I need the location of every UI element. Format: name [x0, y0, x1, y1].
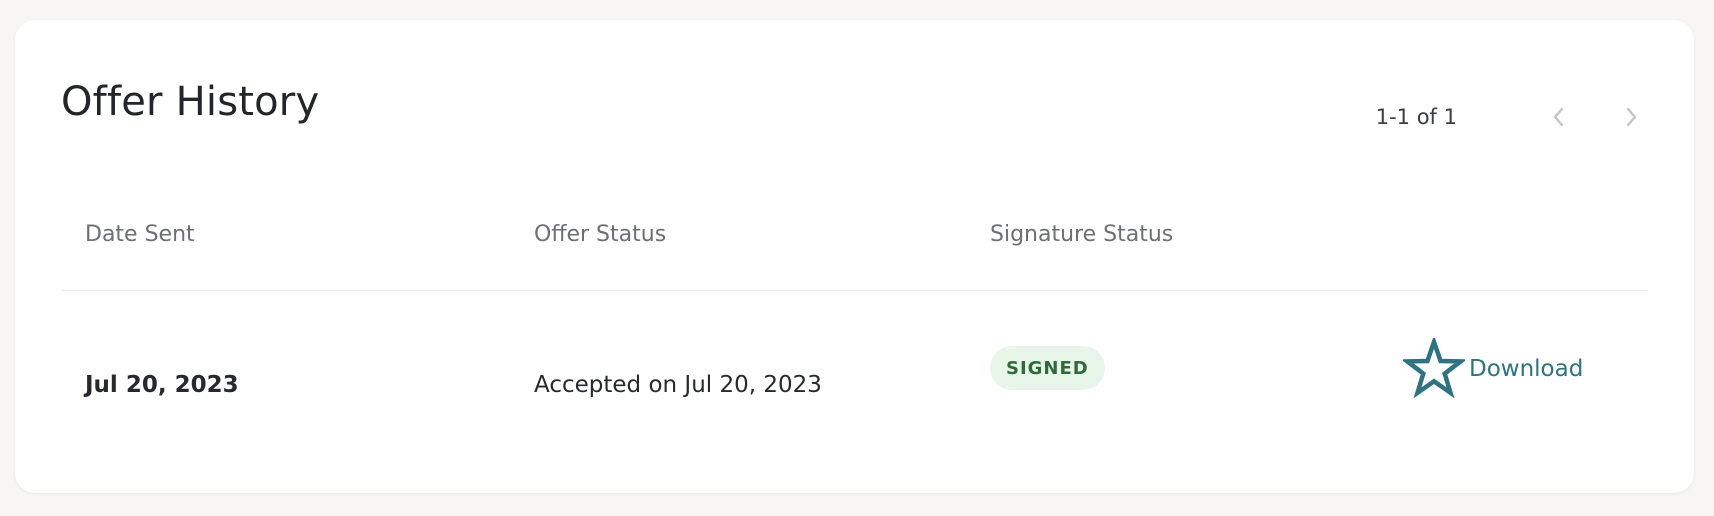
header-divider [61, 290, 1648, 291]
download-button[interactable]: Download [1403, 338, 1583, 400]
previous-page-button[interactable] [1541, 99, 1577, 135]
chevron-left-icon [1553, 107, 1564, 127]
next-page-button[interactable] [1613, 99, 1649, 135]
date-sent-cell: Jul 20, 2023 [85, 372, 239, 398]
page-title: Offer History [61, 79, 320, 125]
offer-status-cell: Accepted on Jul 20, 2023 [534, 372, 822, 398]
signature-status-badge: SIGNED [990, 346, 1105, 390]
pagination-range: 1-1 of 1 [1375, 105, 1457, 129]
star-icon [1403, 338, 1465, 399]
column-header-signature-status: Signature Status [990, 222, 1174, 247]
column-header-date-sent: Date Sent [85, 222, 195, 247]
download-label: Download [1469, 356, 1584, 382]
pagination: 1-1 of 1 [1376, 102, 1649, 132]
column-header-offer-status: Offer Status [534, 222, 667, 247]
chevron-right-icon [1626, 107, 1637, 127]
offer-history-card: Offer History 1-1 of 1 Date Sent Offer S… [15, 20, 1694, 493]
